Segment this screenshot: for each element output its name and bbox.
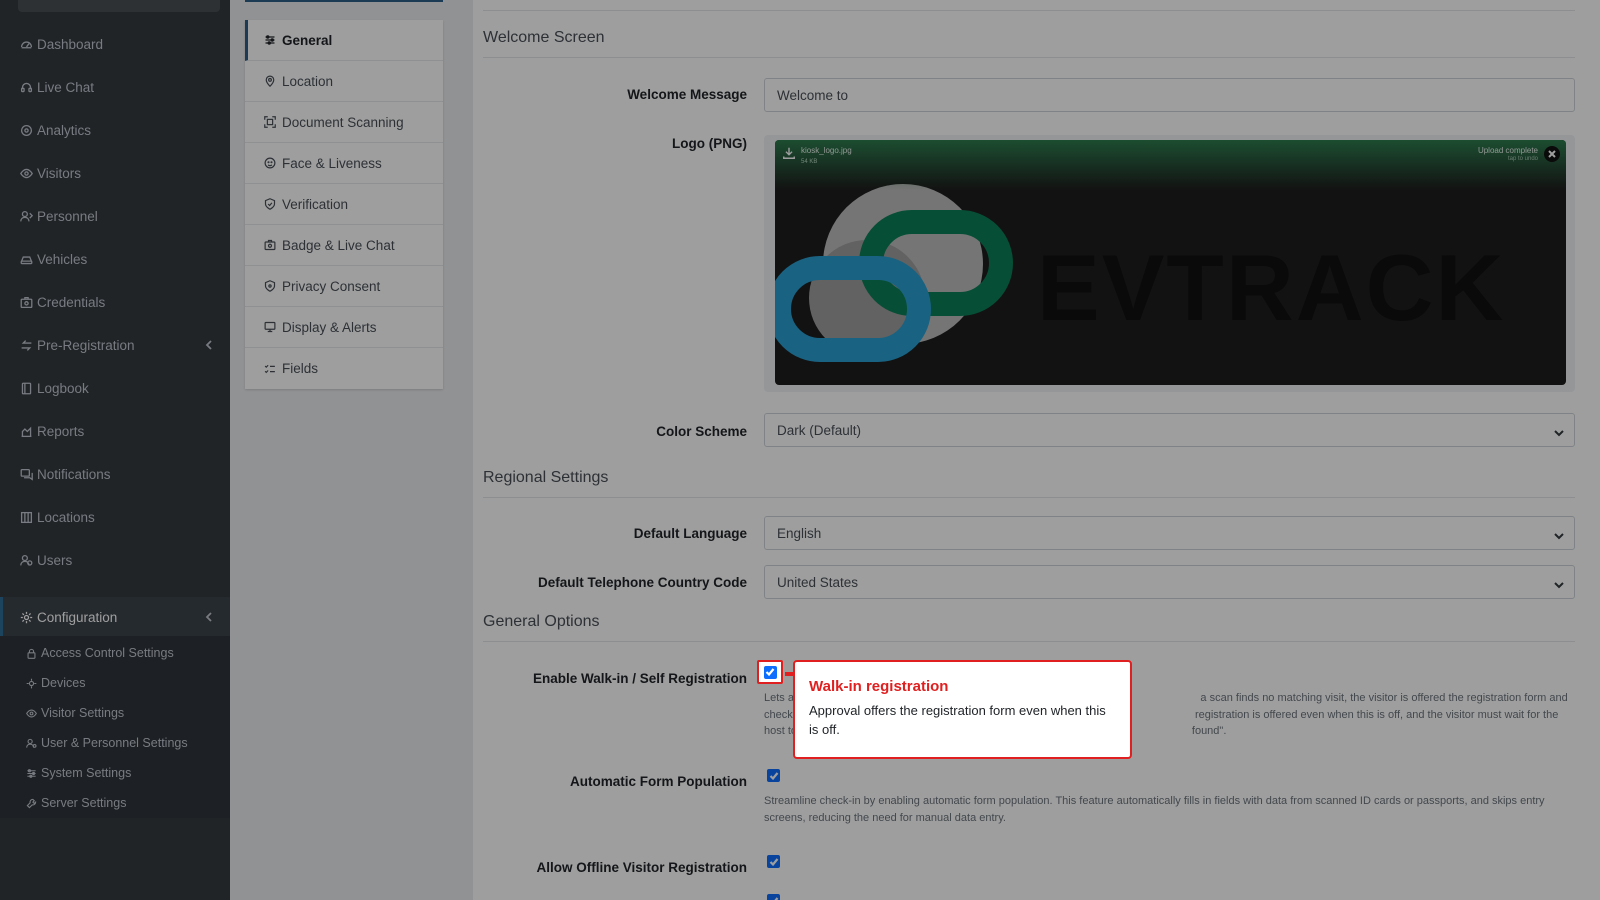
tour-tooltip: Walk-in registration Approval offers the… [793, 660, 1132, 759]
tour-dim-overlay [0, 0, 1600, 900]
check-icon [765, 668, 775, 677]
walkin-checkbox-highlight[interactable] [757, 660, 783, 684]
walkin-checkbox-spotlight[interactable] [763, 665, 777, 679]
tooltip-title: Walk-in registration [809, 678, 949, 695]
tooltip-body: Approval offers the registration form ev… [809, 703, 1106, 737]
